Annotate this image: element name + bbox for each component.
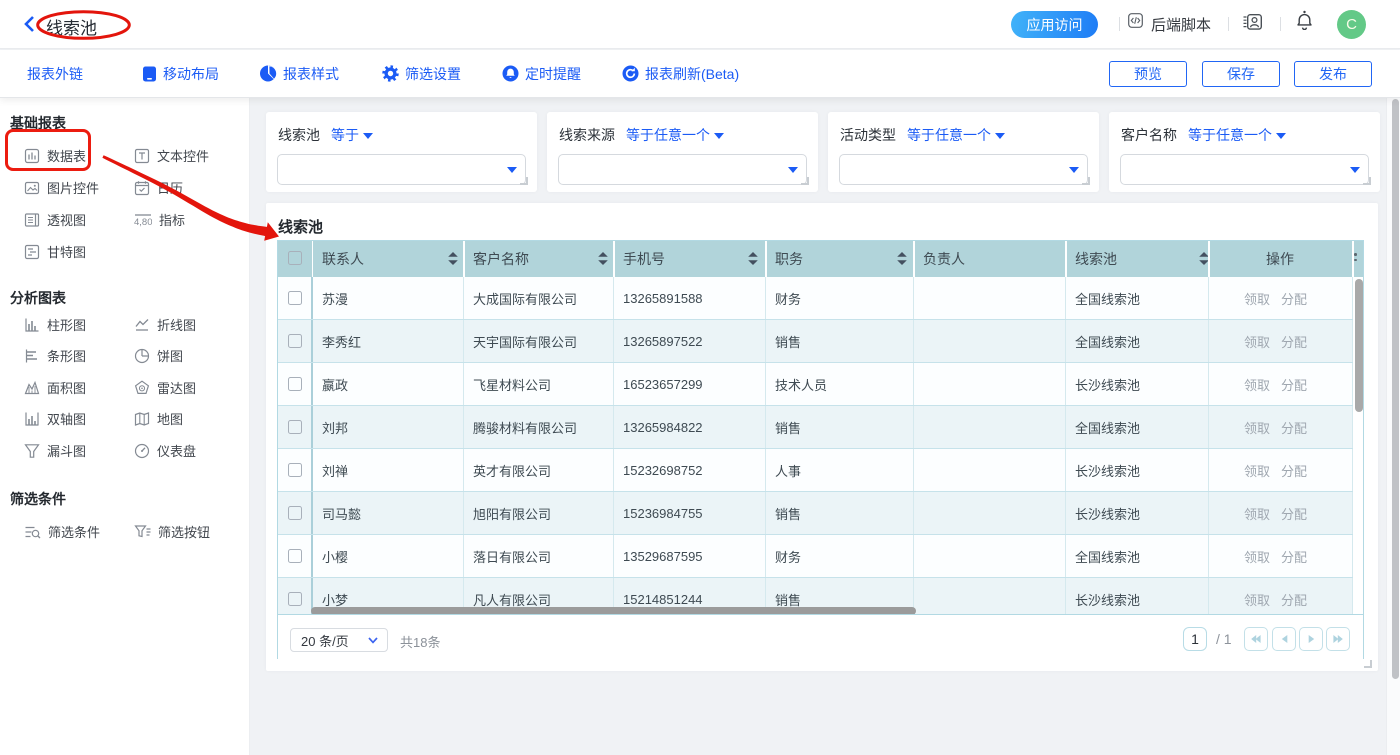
svg-text:4,80: 4,80: [134, 217, 152, 228]
